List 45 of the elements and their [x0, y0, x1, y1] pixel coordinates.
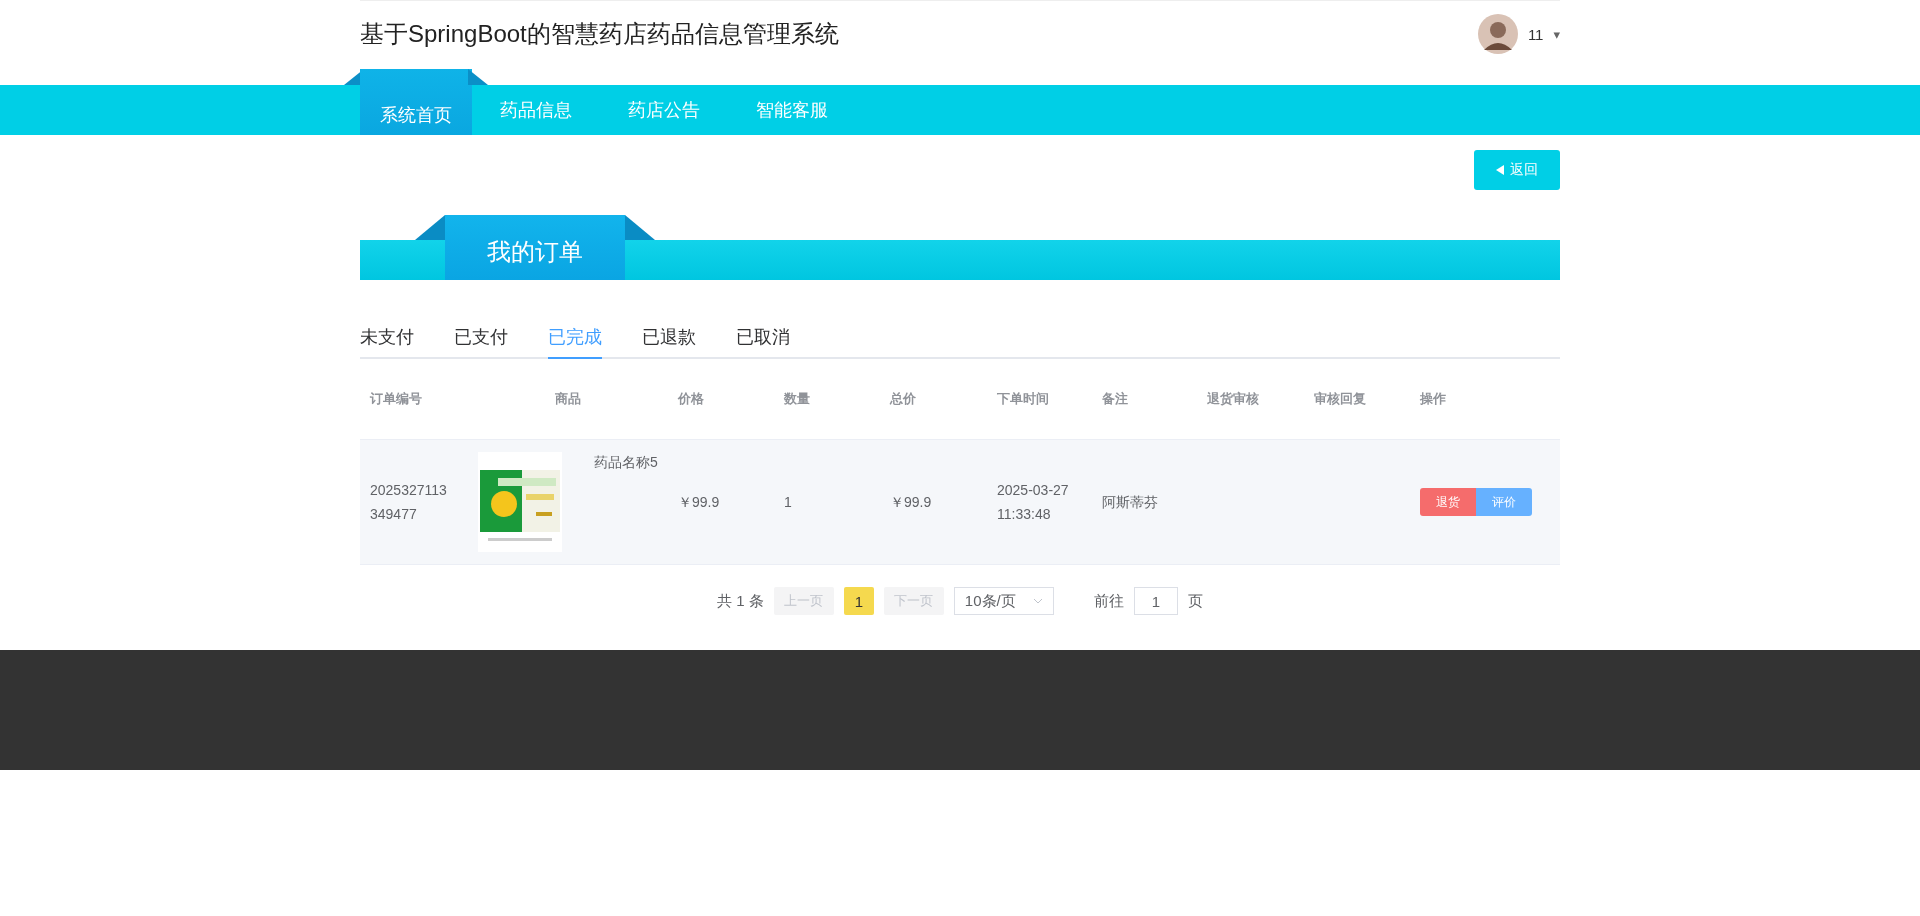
total-price: ￥99.9 — [890, 493, 932, 512]
nav-tab[interactable]: 药品信息 — [472, 85, 600, 135]
nav-tab[interactable]: 系统首页 — [360, 69, 472, 135]
return-button[interactable]: 退货 — [1420, 488, 1476, 516]
page-input[interactable]: 1 — [1133, 587, 1178, 615]
product-name: 药品名称5 — [594, 453, 658, 472]
order-tab[interactable]: 已完成 — [548, 325, 602, 359]
banner-fold-icon — [415, 215, 445, 240]
column-header: 商品 — [554, 390, 582, 408]
order-tab[interactable]: 已取消 — [736, 325, 790, 359]
user-name[interactable]: 11 — [1527, 25, 1544, 43]
page-number[interactable]: 1 — [843, 587, 874, 615]
column-header: 订单编号 — [369, 390, 423, 408]
column-header: 数量 — [783, 390, 811, 408]
dropdown-caret[interactable]: ▾ — [1553, 26, 1560, 42]
column-header: 退货审核 — [1206, 390, 1260, 408]
avatar-icon[interactable] — [1477, 14, 1518, 54]
chevron-down-icon — [1032, 596, 1043, 606]
price: ￥99.9 — [678, 493, 720, 512]
column-header: 备注 — [1101, 390, 1129, 408]
nav-tab[interactable]: 药店公告 — [600, 85, 728, 135]
back-button[interactable]: 返回 — [1474, 150, 1560, 190]
column-header: 审核回复 — [1313, 390, 1367, 408]
column-header: 下单时间 — [996, 390, 1050, 408]
quantity: 1 — [784, 493, 792, 512]
order-number: 2025327113349477 — [370, 481, 448, 524]
total-count: 共 1 条 — [717, 591, 764, 611]
site-title: 基于SpringBoot的智慧药店药品信息管理系统 — [360, 19, 839, 49]
review-button[interactable]: 评价 — [1476, 488, 1532, 516]
banner-fold-icon — [625, 215, 655, 240]
page-suffix: 页 — [1187, 591, 1203, 611]
column-header: 总价 — [888, 390, 917, 408]
column-header: 价格 — [676, 390, 705, 408]
order-tab[interactable]: 未支付 — [360, 325, 414, 359]
remark: 阿斯蒂芬 — [1102, 493, 1158, 512]
order-tab[interactable]: 已支付 — [454, 325, 508, 359]
section-title: 我的订单 — [445, 215, 625, 280]
column-header: 操作 — [1419, 390, 1447, 408]
caret-left-icon — [1496, 165, 1504, 175]
nav-tab[interactable]: 智能客服 — [728, 85, 856, 135]
tab-fold-icon — [468, 69, 488, 85]
order-tab[interactable]: 已退款 — [642, 325, 696, 359]
goto-label: 前往 — [1093, 591, 1124, 611]
page-size-select[interactable]: 10条/页 — [953, 587, 1054, 615]
order-time: 2025-03-27 11:33:48 — [997, 481, 1070, 524]
